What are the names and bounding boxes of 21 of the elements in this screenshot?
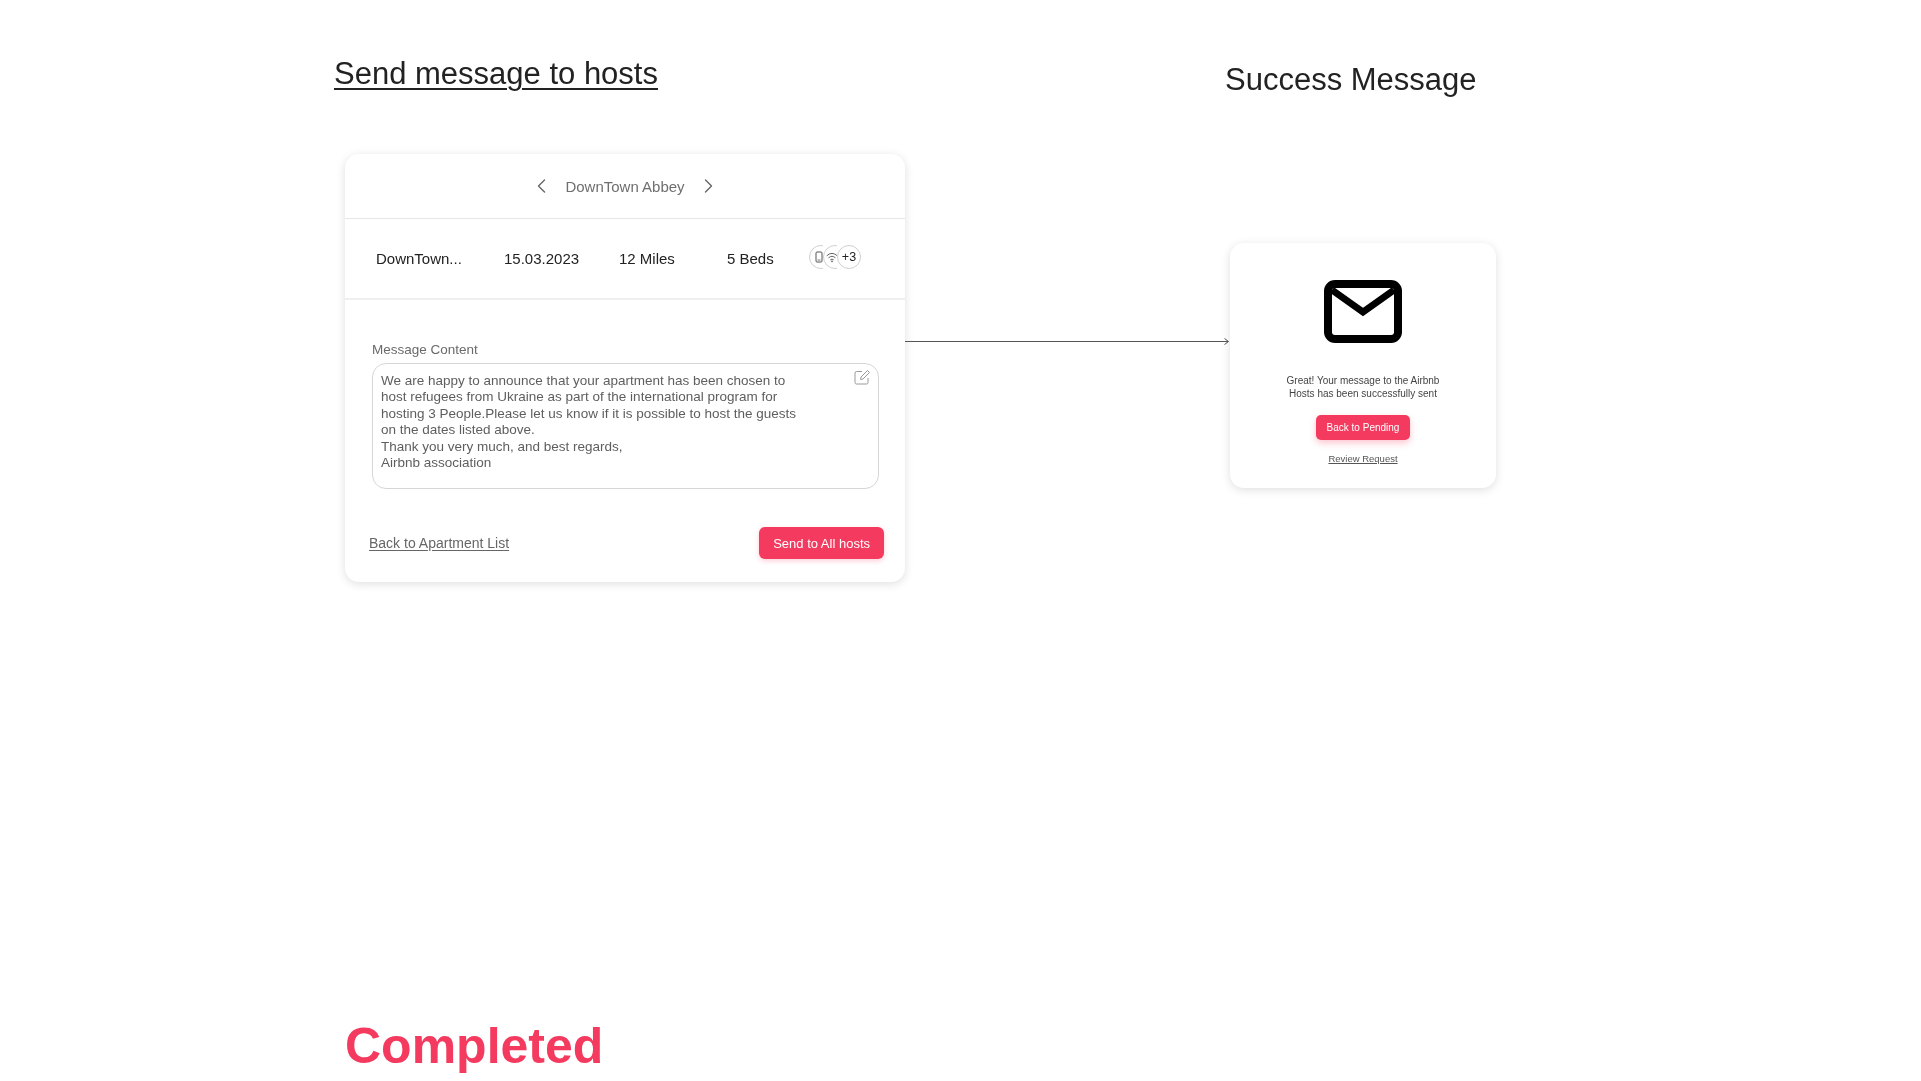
chevron-left-icon[interactable] bbox=[537, 179, 547, 193]
success-title: Success Message bbox=[1225, 61, 1477, 99]
envelope-icon bbox=[1324, 280, 1402, 343]
back-to-pending-button[interactable]: Back to Pending bbox=[1315, 415, 1411, 440]
back-to-list-link[interactable]: Back to Apartment List bbox=[369, 535, 510, 551]
more-amenities-count: +3 bbox=[837, 245, 861, 269]
apartment-title: DownTown... bbox=[376, 250, 462, 267]
beds-text: 5 Beds bbox=[727, 250, 774, 267]
status-label: Completed bbox=[345, 1018, 604, 1075]
chevron-right-icon[interactable] bbox=[703, 179, 713, 193]
success-text: Great! Your message to the Airbnb Hosts has been successfully sent bbox=[1285, 374, 1441, 400]
review-request-link[interactable]: Review Request bbox=[1328, 453, 1398, 464]
distance-text: 12 Miles bbox=[619, 250, 675, 267]
apartment-name: DownTown Abbey bbox=[565, 177, 685, 195]
edit-icon[interactable] bbox=[854, 369, 871, 385]
send-button[interactable]: Send to All hosts bbox=[759, 527, 884, 559]
wifi-icon bbox=[823, 245, 837, 269]
date-text: 15.03.2023 bbox=[504, 250, 580, 267]
page-title: Send message to hosts bbox=[334, 55, 658, 93]
message-label: Message Content bbox=[372, 342, 478, 358]
message-field[interactable]: We are happy to announce that your apartment has been chosen to host refugees from Ukraine as part of the international program for hosting 3 People.Please let us know if it is possible to host the guests on the dates listed above. Thank you very much, and best regards, Airbnb association bbox=[372, 363, 879, 489]
